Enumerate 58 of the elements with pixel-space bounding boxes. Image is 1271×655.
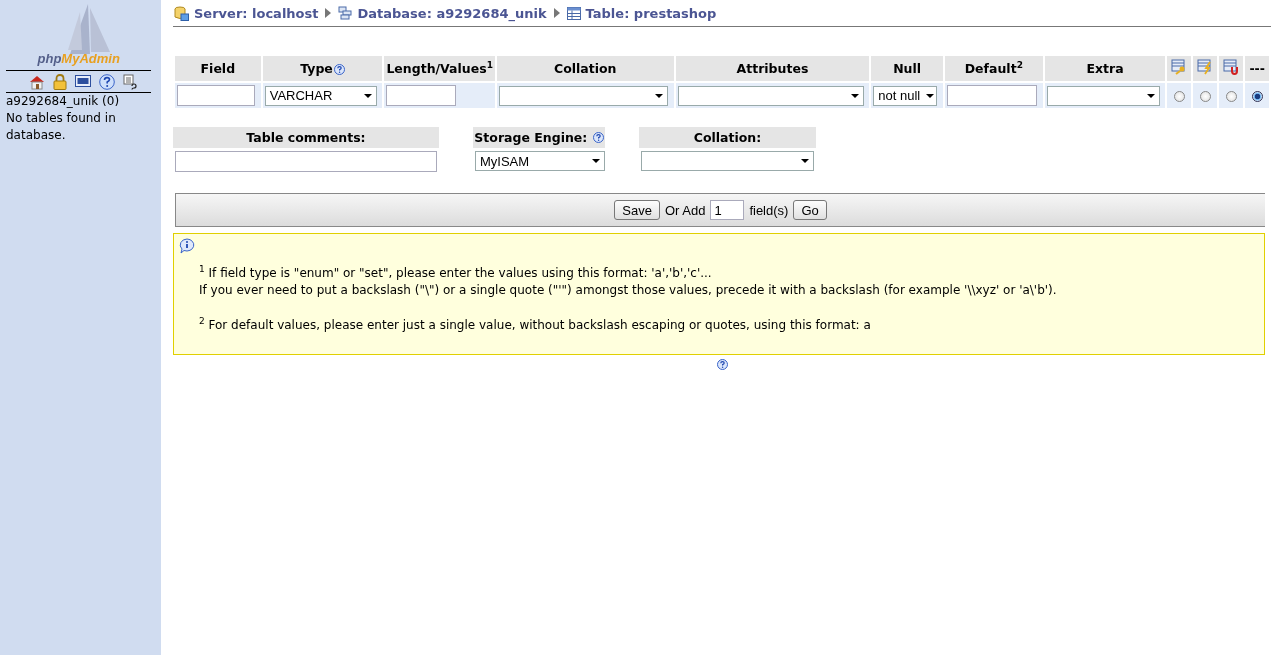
dropdown[interactable] (498, 85, 668, 106)
count-field[interactable]: 1 (710, 200, 745, 220)
dropdown[interactable]: not null (873, 85, 938, 106)
column-header: Extra (1044, 56, 1166, 81)
note-text: $^{1}$ If field type is "enum" or "set", please enter the values using this format: 'a','b','c'... (199, 263, 713, 282)
text-field[interactable] (946, 85, 1037, 106)
radio-button[interactable] (1251, 90, 1263, 102)
table-lightning-icon (1197, 59, 1214, 75)
arrow-icon (553, 8, 560, 18)
help-icon[interactable] (592, 132, 604, 143)
column-header: Type (262, 56, 383, 81)
column-header: Default$^{2}$ (944, 56, 1043, 81)
database-icon (338, 6, 353, 20)
column-header: Attributes (675, 56, 870, 81)
unit-label: field(s) (749, 202, 789, 218)
table-magnet-icon (1223, 59, 1240, 75)
option-label: Table comments: (246, 130, 366, 145)
option-label: Collation: (693, 130, 762, 145)
database-name[interactable]: a9292684_unik (0) (0, 93, 161, 110)
column-header: Length/Values$^{1}$ (384, 56, 495, 81)
help-icon[interactable] (98, 74, 115, 90)
option-label: Storage Engine: (474, 130, 588, 145)
table-key-icon (1171, 59, 1188, 75)
house-icon[interactable] (28, 74, 45, 90)
save-button[interactable]: Save (614, 200, 660, 220)
text-field[interactable] (175, 151, 437, 172)
text-field[interactable] (386, 85, 457, 106)
breadcrumb-link[interactable]: Table: prestashop (566, 5, 717, 21)
column-header: Null (871, 56, 943, 81)
column-header: Field (175, 56, 261, 81)
dropdown[interactable] (641, 151, 814, 171)
note-text: $^{2}$ For default values, please enter just a single value, without backslash escaping or quotes, using this format: a (199, 315, 872, 334)
radio-button[interactable] (1225, 90, 1237, 102)
breadcrumb-link[interactable]: Database: a9292684_unik (338, 5, 547, 21)
add-label: Or Add (664, 202, 706, 218)
text-field[interactable] (177, 85, 255, 106)
dropdown[interactable] (1046, 85, 1160, 106)
info-icon (179, 238, 195, 254)
dropdown[interactable]: VARCHAR (264, 85, 377, 106)
padlock-icon[interactable] (52, 74, 67, 90)
help-icon[interactable] (333, 64, 345, 75)
radio-button[interactable] (1199, 90, 1211, 102)
column-header: --- (1249, 61, 1265, 76)
breadcrumb-link[interactable]: Server: localhost (174, 5, 319, 21)
empty-message: No tables found in database. (5, 110, 117, 144)
dropdown[interactable]: MyISAM (475, 151, 605, 171)
table-icon (566, 6, 581, 20)
document-icon[interactable] (122, 74, 139, 90)
logo[interactable]: phpMyAdmin (35, 2, 126, 68)
arrow-icon (325, 8, 332, 18)
column-header: Collation (496, 56, 674, 81)
go-button[interactable]: Go (793, 200, 827, 220)
dropdown[interactable] (677, 85, 864, 106)
help-icon[interactable] (717, 359, 728, 370)
radio-button[interactable] (1173, 90, 1185, 102)
note-text: If you ever need to put a backslash ("\") or a single quote ("'") amongst those values, precede it with a backslash (for example '\\xyz' or 'a\'b'). (199, 282, 1058, 299)
query-window-icon[interactable] (74, 74, 91, 88)
server-icon (174, 5, 189, 21)
